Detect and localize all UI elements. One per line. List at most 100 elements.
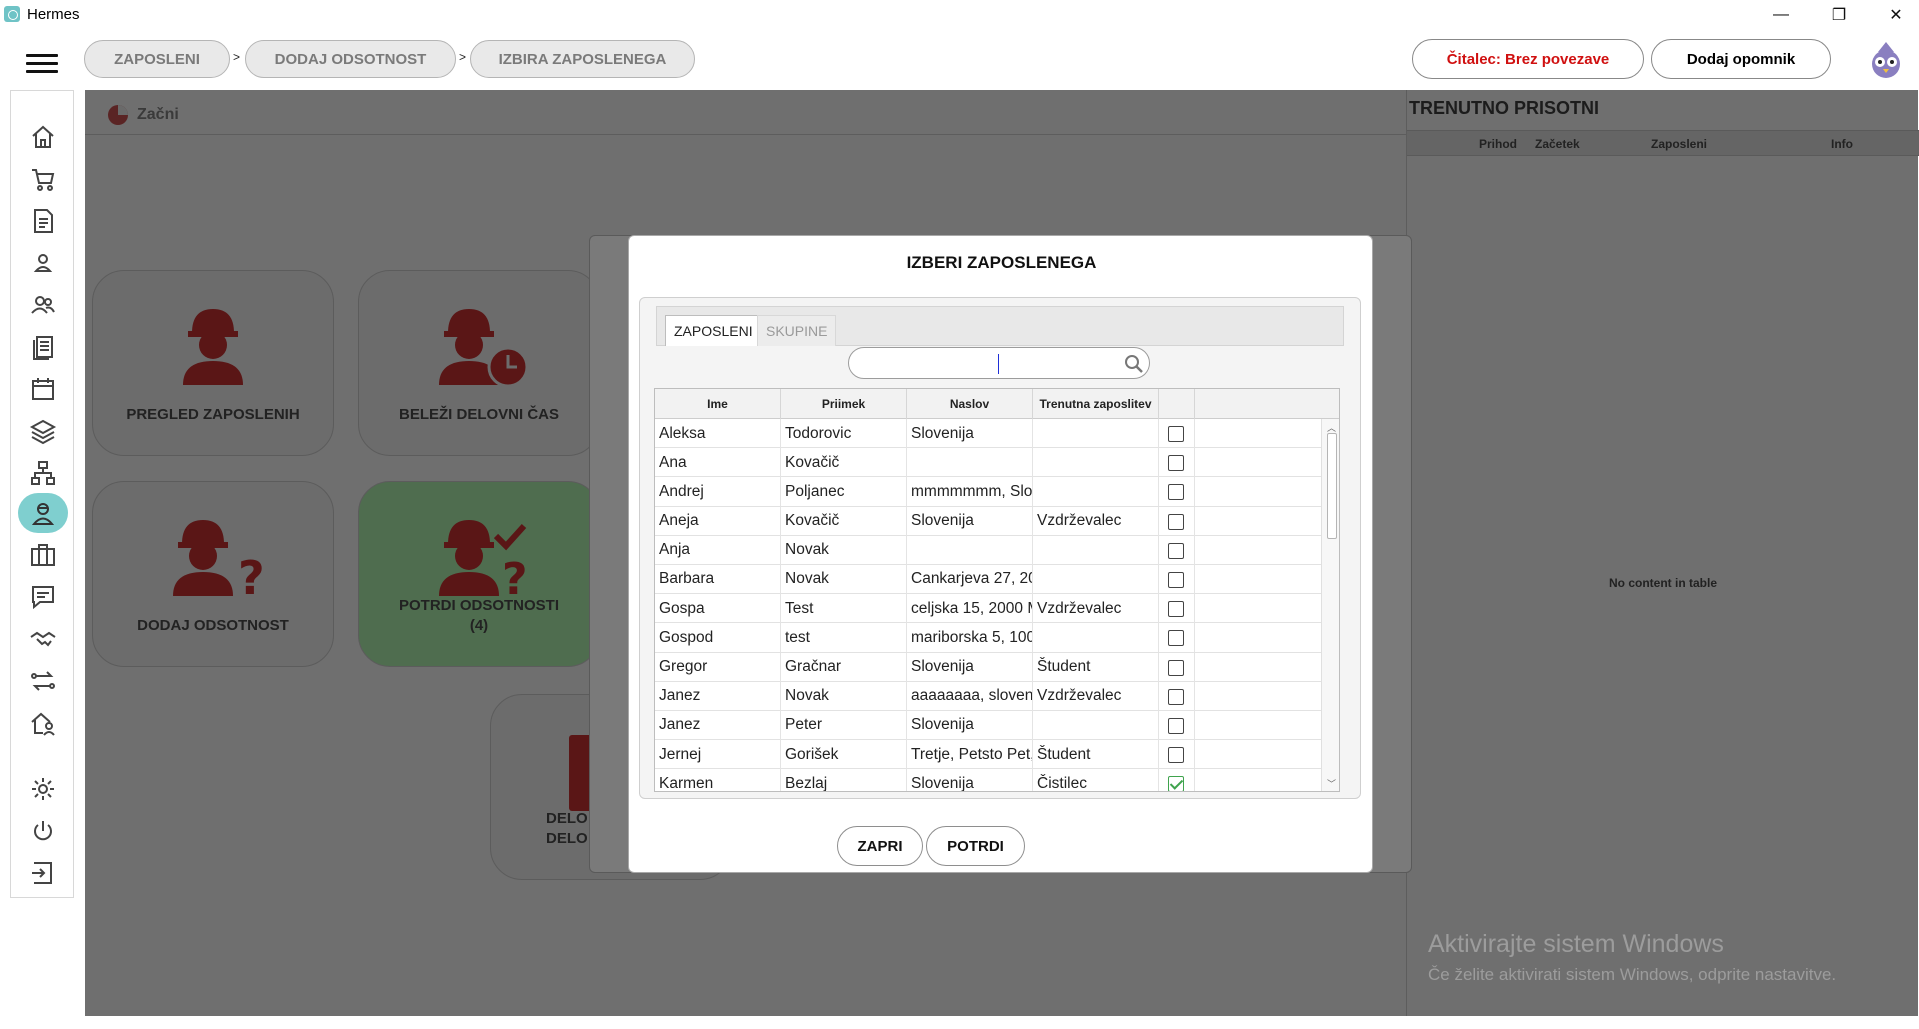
cell-naslov: Slovenija (907, 506, 1033, 536)
tile-pregled-zaposlenih[interactable]: PREGLED ZAPOSLENIH (92, 270, 334, 456)
scrollbar-thumb[interactable] (1327, 433, 1337, 539)
table-row[interactable]: Janez Peter Slovenija (655, 710, 1321, 741)
table-row[interactable]: Aleksa Todorovic Slovenija (655, 419, 1321, 449)
row-checkbox[interactable] (1168, 747, 1184, 764)
cell-naslov: Slovenija (907, 769, 1033, 791)
row-checkbox[interactable] (1168, 513, 1184, 530)
row-checkbox[interactable] (1168, 601, 1184, 618)
col-trenutna-zaposlitev[interactable]: Trenutna zaposlitev (1033, 389, 1159, 419)
users-icon[interactable] (27, 289, 59, 321)
empty-table-message: No content in table (1609, 576, 1717, 590)
worker-icon (183, 309, 243, 385)
col-priimek[interactable]: Priimek (781, 389, 907, 419)
col-zaposleni[interactable]: Zaposleni (1651, 137, 1707, 151)
present-title: TRENUTNO PRISOTNI (1409, 98, 1600, 118)
briefcase-icon[interactable] (27, 539, 59, 571)
cell-ime: Jernej (655, 740, 781, 770)
col-info[interactable]: Info (1831, 137, 1853, 151)
cell-priimek: Novak (781, 535, 907, 565)
transfer-icon[interactable] (27, 665, 59, 697)
network-icon[interactable] (27, 457, 59, 489)
document-icon[interactable] (27, 205, 59, 237)
row-checkbox[interactable] (1168, 484, 1184, 501)
list-icon[interactable] (27, 331, 59, 363)
close-button[interactable]: ZAPRI (837, 826, 923, 866)
assistant-avatar-icon[interactable] (1864, 38, 1908, 82)
table-scrollbar[interactable]: ︿ ﹀ (1321, 419, 1339, 791)
cell-naslov: Tretje, Petsto Pet, ... (907, 740, 1033, 770)
house-user-icon[interactable] (27, 707, 59, 739)
search-icon[interactable] (1123, 353, 1145, 375)
add-reminder-button[interactable]: Dodaj opomnik (1651, 39, 1831, 79)
cell-priimek: Novak (781, 564, 907, 594)
col-select[interactable] (1159, 389, 1195, 419)
row-checkbox[interactable] (1168, 659, 1184, 676)
tile-dodaj-odsotnost[interactable]: ? DODAJ ODSOTNOST (92, 481, 334, 667)
table-row[interactable]: Ana Kovačič (655, 448, 1321, 478)
cell-priimek: Kovačič (781, 506, 907, 536)
tab-zaposleni[interactable]: ZAPOSLENI (665, 315, 762, 346)
calendar-icon[interactable] (27, 373, 59, 405)
table-row[interactable]: GospaTestceljska 15, 2000 M...Vzdrževale… (655, 594, 1321, 624)
tile-potrdi-odsotnosti[interactable]: ? POTRDI ODSOTNOSTI (4) (358, 481, 600, 667)
row-checkbox[interactable] (1168, 630, 1184, 647)
minimize-button[interactable]: — (1752, 0, 1810, 30)
row-checkbox[interactable] (1168, 426, 1184, 442)
layers-icon[interactable] (27, 415, 59, 447)
row-checkbox[interactable] (1168, 717, 1184, 734)
menu-icon[interactable] (26, 54, 58, 74)
power-icon[interactable] (27, 815, 59, 847)
logout-icon[interactable] (27, 857, 59, 889)
search-input[interactable] (848, 347, 1150, 379)
table-row[interactable]: Gospodtestmariborska 5, 100... (655, 623, 1321, 653)
row-checkbox[interactable] (1168, 571, 1184, 588)
table-row[interactable]: JanezNovakaaaaaaaa, slovens...Vzdrževale… (655, 681, 1321, 711)
cart-icon[interactable] (27, 163, 59, 195)
row-checkbox[interactable] (1168, 688, 1184, 705)
cell-naslov (907, 535, 1033, 565)
cell-zaposlitev (1033, 535, 1159, 565)
cell-ime: Aleksa (655, 419, 781, 448)
cell-zaposlitev: Čistilec (1033, 769, 1159, 791)
scroll-down-icon[interactable]: ﹀ (1327, 777, 1336, 790)
begin-section[interactable]: Začni (105, 102, 179, 128)
chat-icon[interactable] (27, 581, 59, 613)
table-row[interactable]: Karmen Bezlaj Slovenija Čistilec (655, 769, 1321, 791)
user-icon[interactable] (27, 247, 59, 279)
cell-naslov: Slovenija (907, 652, 1033, 682)
table-row[interactable]: Anja Novak (655, 535, 1321, 565)
breadcrumb-zaposleni[interactable]: ZAPOSLENI (84, 40, 230, 78)
cell-ime: Janez (655, 681, 781, 711)
dialog-content: ZAPOSLENI SKUPINE Ime Priimek Naslov Tre… (639, 297, 1361, 799)
tab-skupine[interactable]: SKUPINE (757, 315, 837, 346)
present-table-header: Prihod Začetek Zaposleni Info (1407, 130, 1919, 156)
close-window-button[interactable]: ✕ (1867, 0, 1919, 30)
row-checkbox[interactable] (1168, 542, 1184, 559)
cell-zaposlitev (1033, 448, 1159, 478)
gear-icon[interactable] (27, 773, 59, 805)
table-row[interactable]: Gregor Gračnar Slovenija Študent (655, 652, 1321, 682)
table-row[interactable]: Andrej Poljanec mmmmmmm, Slo... (655, 477, 1321, 507)
table-row[interactable]: JernejGorišekTretje, Petsto Pet, ...Štud… (655, 740, 1321, 770)
home-icon[interactable] (27, 121, 59, 153)
breadcrumb-dodaj-odsotnost[interactable]: DODAJ ODSOTNOST (245, 40, 456, 78)
cell-zaposlitev: Študent (1033, 652, 1159, 682)
row-checkbox[interactable] (1168, 455, 1184, 472)
col-prihod[interactable]: Prihod (1479, 137, 1517, 151)
table-row[interactable]: BarbaraNovakCankarjeva 27, 20... (655, 564, 1321, 595)
reader-status-button[interactable]: Čitalec: Brez povezave (1412, 39, 1644, 79)
tile-belezi-delovni-cas[interactable]: BELEŽI DELOVNI ČAS (358, 270, 600, 456)
col-zacetek[interactable]: Začetek (1535, 137, 1580, 151)
row-checkbox[interactable] (1168, 776, 1184, 791)
table-row[interactable]: Aneja Kovačič Slovenija Vzdrževalec (655, 506, 1321, 536)
employee-icon[interactable] (27, 497, 59, 529)
tile-label: POTRDI ODSOTNOSTI (398, 597, 559, 614)
col-naslov[interactable]: Naslov (907, 389, 1033, 419)
breadcrumb-izbira-zaposlenega[interactable]: IZBIRA ZAPOSLENEGA (470, 40, 695, 78)
cell-priimek: Bezlaj (781, 769, 907, 791)
restore-button[interactable]: ❐ (1810, 0, 1868, 30)
col-ime[interactable]: Ime (655, 389, 781, 419)
handshake-icon[interactable] (27, 623, 59, 655)
tile-label: BELEŽI DELOVNI ČAS (398, 406, 559, 423)
confirm-button[interactable]: POTRDI (926, 826, 1025, 866)
